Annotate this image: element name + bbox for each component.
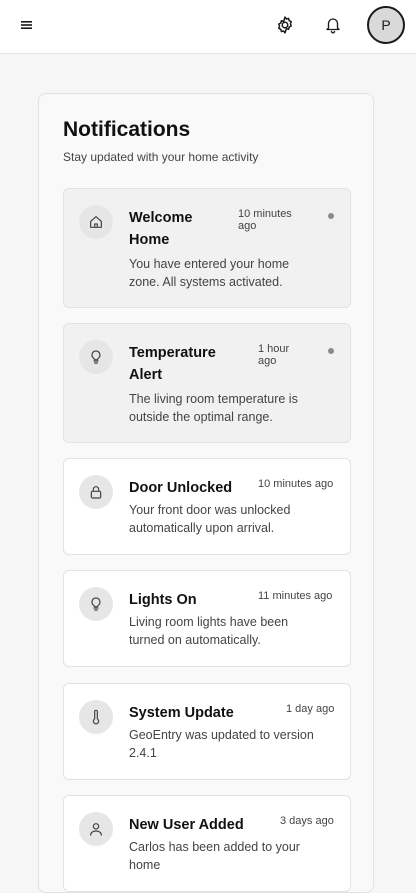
panel-title: Notifications: [63, 118, 191, 141]
notification-message: Your front door was unlocked automatical…: [129, 503, 291, 535]
thermometer-icon: [92, 709, 100, 725]
notification-message: Living room lights have been turned on a…: [129, 615, 289, 647]
notification-time: 11 minutes ago: [258, 590, 333, 602]
notification-message: Carlos has been added to your home: [129, 840, 300, 872]
notification-icon: [79, 587, 113, 621]
lightbulb-icon: [91, 350, 101, 364]
lightbulb-icon: [91, 597, 101, 611]
user-avatar[interactable]: P: [367, 6, 405, 44]
notification-time: 1 day ago: [286, 703, 335, 715]
notification-card-lights-on[interactable]: Lights On 11 minutes ago Living room lig…: [63, 570, 351, 667]
home-icon: [90, 216, 102, 228]
notification-message: GeoEntry was updated to version 2.4.1: [129, 728, 314, 760]
notification-time: 3 days ago: [280, 815, 334, 827]
notification-message: The living room temperature is outside t…: [129, 392, 298, 424]
notification-icon: [79, 205, 113, 239]
hamburger-menu-icon: [21, 21, 32, 29]
lock-icon: [90, 486, 102, 499]
notification-title: Lights On: [129, 592, 197, 608]
notification-title: New User Added: [129, 817, 244, 833]
notification-card-new-user-added[interactable]: New User Added 3 days ago Carlos has bee…: [63, 795, 351, 892]
notification-icon: [79, 812, 113, 846]
notifications-button[interactable]: [322, 14, 344, 36]
settings-button[interactable]: [274, 14, 296, 36]
avatar-initial: P: [381, 17, 391, 33]
unread-dot: [328, 348, 334, 354]
notification-time: 1 hour ago: [258, 343, 290, 367]
panel-subtitle: Stay updated with your home activity: [63, 150, 259, 164]
bell-icon: [326, 18, 340, 34]
notification-title: Door Unlocked: [129, 480, 233, 496]
notifications-panel: Notifications Stay updated with your hom…: [38, 93, 374, 893]
unread-dot: [328, 213, 334, 219]
notification-card-system-update[interactable]: System Update 1 day ago GeoEntry was upd…: [63, 683, 351, 780]
notification-time: 10 minutes ago: [238, 208, 292, 232]
user-icon: [90, 823, 102, 836]
notification-icon: [79, 700, 113, 734]
notification-title: Welcome Home: [129, 210, 193, 248]
top-bar: P: [0, 0, 416, 54]
menu-button[interactable]: [19, 17, 35, 33]
notification-card-door-unlocked[interactable]: Door Unlocked 10 minutes ago Your front …: [63, 458, 351, 555]
notification-title: System Update: [129, 705, 234, 721]
notification-icon: [79, 475, 113, 509]
notification-time: 10 minutes ago: [258, 478, 334, 490]
notification-card-welcome-home[interactable]: Welcome Home 10 minutes ago You have ent…: [63, 188, 351, 308]
gear-icon: [278, 16, 292, 34]
notification-icon: [79, 340, 113, 374]
notification-title: Temperature Alert: [129, 345, 216, 383]
notification-card-temperature-alert[interactable]: Temperature Alert 1 hour ago The living …: [63, 323, 351, 443]
notification-message: You have entered your home zone. All sys…: [129, 257, 290, 289]
